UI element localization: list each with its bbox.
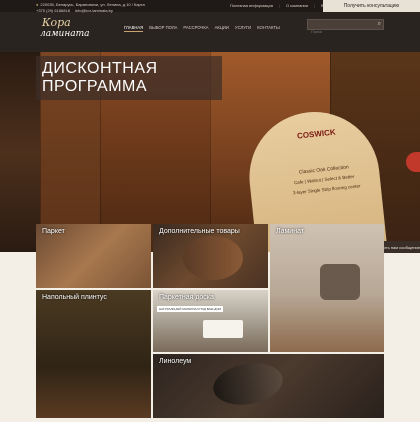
tag-line3: 3-layer Single Strip flooring center bbox=[292, 183, 361, 196]
search-input[interactable] bbox=[308, 27, 372, 36]
sofa-image bbox=[203, 320, 243, 338]
category-parquet-board[interactable]: Паркетная доска НАТУРАЛЬНЫЙ МАТЕРИАЛ ПОД… bbox=[153, 290, 268, 352]
hero-title[interactable]: ДИСКОНТНАЯ ПРОГРАММА bbox=[36, 56, 222, 100]
category-skirting[interactable]: Напольный плинтус bbox=[36, 290, 151, 418]
hero-title-line2: ПРОГРАММА bbox=[42, 78, 148, 95]
separator: | bbox=[278, 3, 280, 8]
tag-line2: Cafe | Walnut | Select & Better bbox=[293, 173, 355, 186]
nav-services[interactable]: УСЛУГИ bbox=[235, 25, 251, 32]
nav-home[interactable]: ГЛАВНАЯ bbox=[124, 25, 144, 32]
category-laminate[interactable]: Ламинат bbox=[270, 224, 384, 352]
category-label: Паркет bbox=[42, 228, 65, 235]
category-parket[interactable]: Паркет bbox=[36, 224, 151, 288]
toplink-about[interactable]: О компании bbox=[286, 3, 308, 8]
armchair-image bbox=[320, 264, 360, 300]
tag-brand: COSWICK bbox=[296, 127, 337, 141]
logo[interactable]: Кора ламината bbox=[40, 16, 90, 42]
main-nav: ГЛАВНАЯ ВЫБОР ПОЛА РАССРОЧКА АКЦИИ УСЛУГ… bbox=[124, 25, 280, 32]
phone-number[interactable]: +375 (29) 6186818 bbox=[36, 8, 70, 13]
category-label: Паркетная доска bbox=[159, 294, 214, 301]
address: ● 220035, Беларусь, Барановичи, ул. Ленин… bbox=[36, 2, 145, 7]
nav-floor-choice[interactable]: ВЫБОР ПОЛА bbox=[149, 25, 177, 32]
nav-installments[interactable]: РАССРОЧКА bbox=[183, 25, 208, 32]
category-label: Напольный плинтус bbox=[42, 294, 107, 301]
contacts-row: +375 (29) 6186818 info@kor-laminata.by bbox=[36, 8, 117, 13]
top-bar: ● 220035, Беларусь, Барановичи, ул. Ленин… bbox=[0, 0, 420, 13]
carousel-next-button[interactable] bbox=[406, 152, 420, 172]
search-icon[interactable]: ⌕ bbox=[378, 21, 381, 28]
nav-promos[interactable]: АКЦИИ bbox=[215, 25, 229, 32]
wood-plank bbox=[0, 52, 40, 252]
logo-line2: ламината bbox=[40, 29, 90, 39]
hero-banner: COSWICK Classic Oak Collection Cafe | Wa… bbox=[0, 52, 420, 252]
material-badge: НАТУРАЛЬНЫЙ МАТЕРИАЛ ПОД ВАШ ДОМ bbox=[157, 306, 224, 312]
category-extra-goods[interactable]: Дополнительные товары bbox=[153, 224, 268, 288]
category-linoleum[interactable]: Линолеум bbox=[153, 354, 384, 418]
linoleum-roll-image bbox=[210, 358, 286, 410]
tag-line1: Classic Oak Collection bbox=[298, 164, 350, 176]
separator: | bbox=[314, 3, 316, 8]
nav-contacts[interactable]: КОНТАКТЫ bbox=[257, 25, 280, 32]
toplink-info[interactable]: Полезная информация bbox=[230, 3, 273, 8]
category-label: Линолеум bbox=[159, 358, 192, 365]
logo-line1: Кора bbox=[42, 16, 71, 29]
category-label: Ламинат bbox=[276, 228, 305, 235]
floor-roll-image bbox=[183, 236, 243, 280]
location-icon: ● bbox=[36, 2, 39, 7]
site-header: ● 220035, Беларусь, Барановичи, ул. Ленин… bbox=[0, 0, 420, 52]
search-box: ⌕ bbox=[307, 19, 384, 36]
consult-button[interactable]: Получить консультацию bbox=[323, 0, 420, 12]
email-link[interactable]: info@kor-laminata.by bbox=[75, 8, 113, 13]
category-label: Дополнительные товары bbox=[159, 228, 240, 235]
hero-title-line1: ДИСКОНТНАЯ bbox=[42, 60, 158, 77]
